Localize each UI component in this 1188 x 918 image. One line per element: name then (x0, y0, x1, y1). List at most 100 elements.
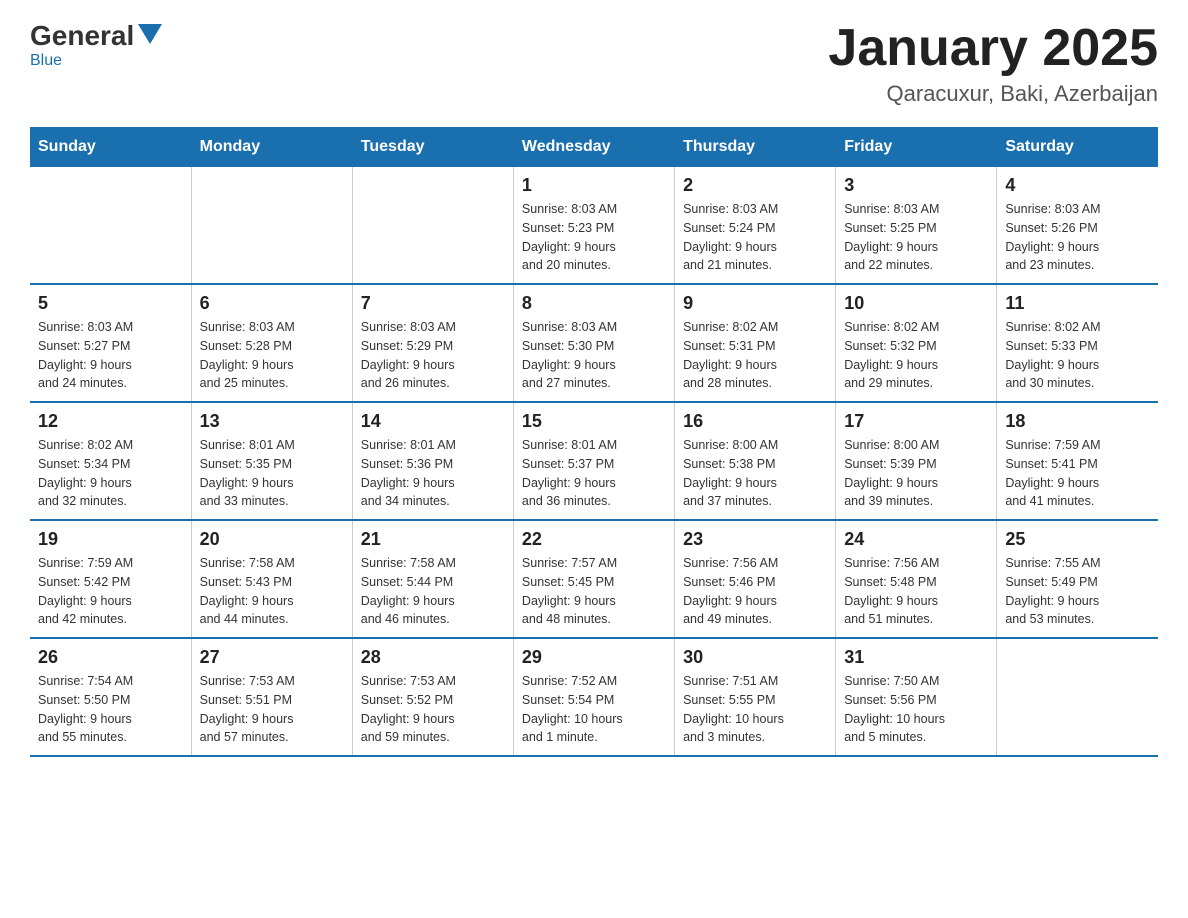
day-number: 3 (844, 175, 988, 196)
calendar-cell: 21 Sunrise: 7:58 AM Sunset: 5:44 PM Dayli… (352, 520, 513, 638)
calendar-week-5: 26 Sunrise: 7:54 AM Sunset: 5:50 PM Dayli… (30, 638, 1158, 756)
calendar-header-thursday: Thursday (675, 128, 836, 167)
calendar-cell: 17 Sunrise: 8:00 AM Sunset: 5:39 PM Dayli… (836, 402, 997, 520)
day-number: 19 (38, 529, 183, 550)
calendar-cell: 31 Sunrise: 7:50 AM Sunset: 5:56 PM Dayli… (836, 638, 997, 756)
day-info: Sunrise: 8:01 AM Sunset: 5:36 PM Dayligh… (361, 436, 505, 511)
calendar-cell: 20 Sunrise: 7:58 AM Sunset: 5:43 PM Dayli… (191, 520, 352, 638)
day-info: Sunrise: 7:59 AM Sunset: 5:41 PM Dayligh… (1005, 436, 1150, 511)
day-info: Sunrise: 8:02 AM Sunset: 5:31 PM Dayligh… (683, 318, 827, 393)
day-number: 12 (38, 411, 183, 432)
calendar-week-4: 19 Sunrise: 7:59 AM Sunset: 5:42 PM Dayli… (30, 520, 1158, 638)
calendar-week-2: 5 Sunrise: 8:03 AM Sunset: 5:27 PM Daylig… (30, 284, 1158, 402)
day-number: 23 (683, 529, 827, 550)
calendar-cell: 29 Sunrise: 7:52 AM Sunset: 5:54 PM Dayli… (513, 638, 674, 756)
calendar-header-monday: Monday (191, 128, 352, 167)
day-info: Sunrise: 7:58 AM Sunset: 5:44 PM Dayligh… (361, 554, 505, 629)
logo: General Blue (30, 20, 162, 70)
day-number: 18 (1005, 411, 1150, 432)
day-info: Sunrise: 8:03 AM Sunset: 5:27 PM Dayligh… (38, 318, 183, 393)
calendar-header-tuesday: Tuesday (352, 128, 513, 167)
day-info: Sunrise: 7:54 AM Sunset: 5:50 PM Dayligh… (38, 672, 183, 747)
day-number: 5 (38, 293, 183, 314)
calendar-cell: 14Sunrise: 8:01 AM Sunset: 5:36 PM Dayli… (352, 402, 513, 520)
day-info: Sunrise: 8:03 AM Sunset: 5:29 PM Dayligh… (361, 318, 505, 393)
calendar-cell: 7 Sunrise: 8:03 AM Sunset: 5:29 PM Daylig… (352, 284, 513, 402)
day-number: 15 (522, 411, 666, 432)
day-number: 22 (522, 529, 666, 550)
calendar-cell: 1 Sunrise: 8:03 AM Sunset: 5:23 PM Daylig… (513, 167, 674, 285)
calendar-cell: 11 Sunrise: 8:02 AM Sunset: 5:33 PM Dayli… (997, 284, 1158, 402)
day-info: Sunrise: 8:01 AM Sunset: 5:37 PM Dayligh… (522, 436, 666, 511)
logo-triangle-icon (138, 24, 162, 44)
calendar-cell: 3 Sunrise: 8:03 AM Sunset: 5:25 PM Daylig… (836, 167, 997, 285)
calendar-cell: 15 Sunrise: 8:01 AM Sunset: 5:37 PM Dayli… (513, 402, 674, 520)
calendar-cell: 18 Sunrise: 7:59 AM Sunset: 5:41 PM Dayli… (997, 402, 1158, 520)
day-info: Sunrise: 8:03 AM Sunset: 5:23 PM Dayligh… (522, 200, 666, 275)
day-info: Sunrise: 8:03 AM Sunset: 5:30 PM Dayligh… (522, 318, 666, 393)
calendar-cell: 26 Sunrise: 7:54 AM Sunset: 5:50 PM Dayli… (30, 638, 191, 756)
day-number: 29 (522, 647, 666, 668)
calendar-cell: 12 Sunrise: 8:02 AM Sunset: 5:34 PM Dayli… (30, 402, 191, 520)
day-number: 20 (200, 529, 344, 550)
calendar-cell: 30 Sunrise: 7:51 AM Sunset: 5:55 PM Dayli… (675, 638, 836, 756)
day-number: 21 (361, 529, 505, 550)
calendar-cell (997, 638, 1158, 756)
day-info: Sunrise: 7:51 AM Sunset: 5:55 PM Dayligh… (683, 672, 827, 747)
day-number: 31 (844, 647, 988, 668)
location-text: Qaracuxur, Baki, Azerbaijan (828, 81, 1158, 107)
day-info: Sunrise: 7:59 AM Sunset: 5:42 PM Dayligh… (38, 554, 183, 629)
day-number: 6 (200, 293, 344, 314)
day-info: Sunrise: 7:55 AM Sunset: 5:49 PM Dayligh… (1005, 554, 1150, 629)
day-info: Sunrise: 7:53 AM Sunset: 5:51 PM Dayligh… (200, 672, 344, 747)
day-number: 17 (844, 411, 988, 432)
day-number: 10 (844, 293, 988, 314)
month-title: January 2025 (828, 20, 1158, 77)
calendar-cell: 24Sunrise: 7:56 AM Sunset: 5:48 PM Dayli… (836, 520, 997, 638)
day-number: 24 (844, 529, 988, 550)
day-info: Sunrise: 8:03 AM Sunset: 5:26 PM Dayligh… (1005, 200, 1150, 275)
logo-general-text: General (30, 20, 134, 52)
calendar-cell: 16Sunrise: 8:00 AM Sunset: 5:38 PM Dayli… (675, 402, 836, 520)
day-info: Sunrise: 8:03 AM Sunset: 5:28 PM Dayligh… (200, 318, 344, 393)
day-number: 30 (683, 647, 827, 668)
day-number: 27 (200, 647, 344, 668)
day-number: 1 (522, 175, 666, 196)
calendar-cell: 28 Sunrise: 7:53 AM Sunset: 5:52 PM Dayli… (352, 638, 513, 756)
calendar-cell: 22 Sunrise: 7:57 AM Sunset: 5:45 PM Dayli… (513, 520, 674, 638)
day-number: 13 (200, 411, 344, 432)
day-info: Sunrise: 8:00 AM Sunset: 5:39 PM Dayligh… (844, 436, 988, 511)
day-number: 7 (361, 293, 505, 314)
page-header: General Blue January 2025 Qaracuxur, Bak… (30, 20, 1158, 107)
day-info: Sunrise: 7:56 AM Sunset: 5:46 PM Dayligh… (683, 554, 827, 629)
day-info: Sunrise: 7:57 AM Sunset: 5:45 PM Dayligh… (522, 554, 666, 629)
day-number: 11 (1005, 293, 1150, 314)
calendar-header-friday: Friday (836, 128, 997, 167)
calendar-header-wednesday: Wednesday (513, 128, 674, 167)
calendar-cell: 4Sunrise: 8:03 AM Sunset: 5:26 PM Daylig… (997, 167, 1158, 285)
day-info: Sunrise: 7:50 AM Sunset: 5:56 PM Dayligh… (844, 672, 988, 747)
title-section: January 2025 Qaracuxur, Baki, Azerbaijan (828, 20, 1158, 107)
calendar-cell: 6 Sunrise: 8:03 AM Sunset: 5:28 PM Daylig… (191, 284, 352, 402)
day-info: Sunrise: 7:53 AM Sunset: 5:52 PM Dayligh… (361, 672, 505, 747)
day-number: 28 (361, 647, 505, 668)
day-info: Sunrise: 8:03 AM Sunset: 5:25 PM Dayligh… (844, 200, 988, 275)
calendar-header-sunday: Sunday (30, 128, 191, 167)
calendar-header-saturday: Saturday (997, 128, 1158, 167)
day-info: Sunrise: 7:52 AM Sunset: 5:54 PM Dayligh… (522, 672, 666, 747)
calendar-cell: 10 Sunrise: 8:02 AM Sunset: 5:32 PM Dayli… (836, 284, 997, 402)
calendar-cell: 9Sunrise: 8:02 AM Sunset: 5:31 PM Daylig… (675, 284, 836, 402)
calendar-cell: 23 Sunrise: 7:56 AM Sunset: 5:46 PM Dayli… (675, 520, 836, 638)
day-info: Sunrise: 8:02 AM Sunset: 5:32 PM Dayligh… (844, 318, 988, 393)
day-info: Sunrise: 8:02 AM Sunset: 5:33 PM Dayligh… (1005, 318, 1150, 393)
day-info: Sunrise: 8:00 AM Sunset: 5:38 PM Dayligh… (683, 436, 827, 511)
calendar-cell (30, 167, 191, 285)
day-info: Sunrise: 7:58 AM Sunset: 5:43 PM Dayligh… (200, 554, 344, 629)
calendar-cell: 5 Sunrise: 8:03 AM Sunset: 5:27 PM Daylig… (30, 284, 191, 402)
day-number: 25 (1005, 529, 1150, 550)
calendar-cell (191, 167, 352, 285)
day-info: Sunrise: 8:01 AM Sunset: 5:35 PM Dayligh… (200, 436, 344, 511)
day-info: Sunrise: 8:02 AM Sunset: 5:34 PM Dayligh… (38, 436, 183, 511)
day-number: 26 (38, 647, 183, 668)
calendar-week-1: 1 Sunrise: 8:03 AM Sunset: 5:23 PM Daylig… (30, 167, 1158, 285)
